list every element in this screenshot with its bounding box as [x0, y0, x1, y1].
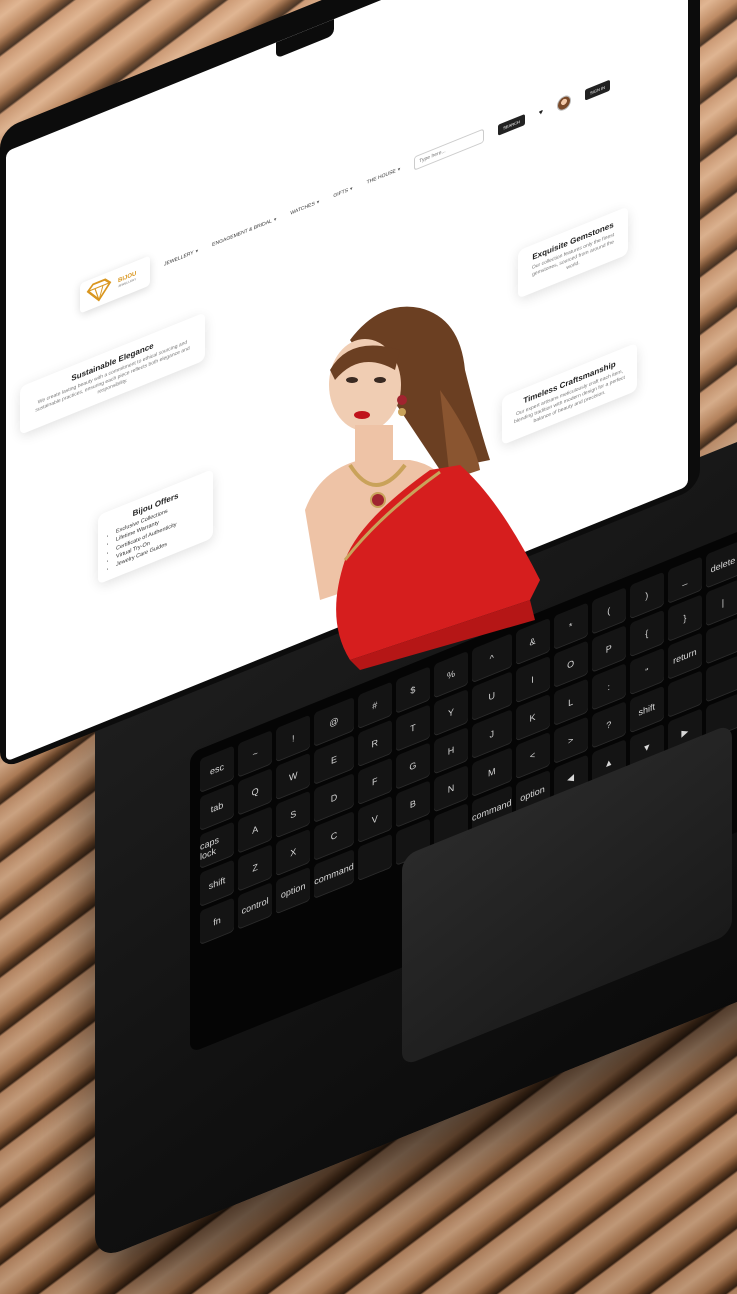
nav-the-house[interactable]: THE HOUSE ▾	[367, 166, 401, 186]
card-exquisite-gemstones: Exquisite Gemstones Our collection featu…	[518, 206, 628, 299]
site-logo[interactable]: BIJOU JEWELLERY	[80, 255, 150, 314]
search-button[interactable]: SEARCH	[498, 113, 525, 136]
sign-in-button[interactable]: SIGN IN	[585, 79, 610, 101]
nav-label: ENGAGEMENT & BRIDAL	[212, 218, 272, 249]
nav-label: WATCHES	[290, 200, 315, 217]
hero-model-image	[305, 306, 540, 670]
nav-jewellery[interactable]: JEWELLERY ▾	[164, 248, 198, 268]
nav-gifts[interactable]: GIFTS ▾	[333, 186, 352, 200]
card-bijou-offers: Bijou Offers Exclusive Collections Lifet…	[98, 468, 213, 585]
chevron-down-icon: ▾	[397, 166, 401, 174]
nav-label: JEWELLERY	[164, 249, 194, 268]
chevron-down-icon: ▾	[350, 185, 353, 193]
search-input[interactable]	[414, 128, 485, 171]
chevron-down-icon: ▾	[273, 216, 277, 224]
nav-label: THE HOUSE	[366, 168, 396, 186]
nav-label: GIFTS	[333, 187, 349, 200]
chevron-down-icon: ▾	[316, 198, 320, 207]
diamond-logo-icon	[86, 278, 112, 302]
nav-watches[interactable]: WATCHES ▾	[290, 199, 319, 217]
website-page: BIJOU JEWELLERY JEWELLERY ▾ ENGAGEMENT & …	[0, 0, 737, 1294]
card-sustainable-elegance: Sustainable Elegance We create lasting b…	[20, 312, 205, 436]
nav-engagement-bridal[interactable]: ENGAGEMENT & BRIDAL ▾	[212, 216, 276, 248]
avatar[interactable]	[557, 93, 572, 113]
chevron-down-icon: ▾	[195, 247, 199, 255]
wishlist-icon[interactable]: ♥	[539, 108, 543, 117]
